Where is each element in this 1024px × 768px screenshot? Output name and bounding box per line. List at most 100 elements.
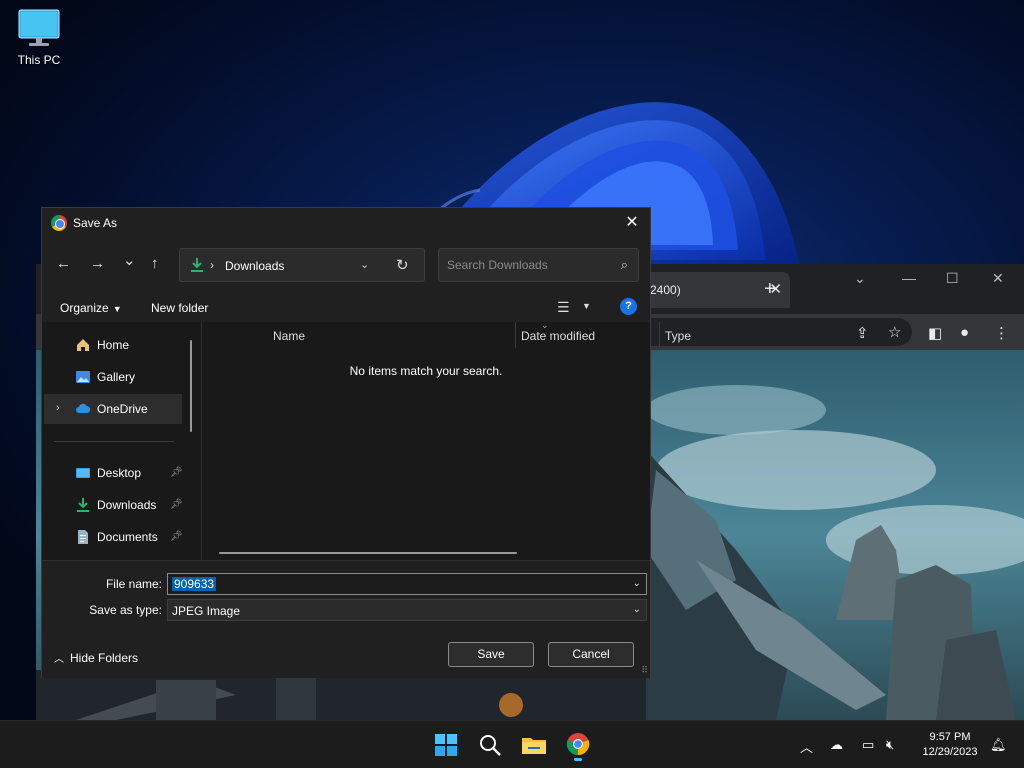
navigation-pane: Home Gallery › OneDrive Desktop 📌︎ Downl… (44, 322, 200, 560)
column-divider[interactable] (515, 322, 516, 348)
nav-item-home[interactable]: Home (44, 330, 182, 360)
download-icon (77, 498, 89, 512)
chevron-up-icon: ︿ (54, 654, 64, 665)
clock-date: 12/29/2023 (922, 746, 978, 758)
save-type-value: JPEG Image (172, 604, 241, 618)
file-explorer-button[interactable] (518, 729, 550, 761)
document-icon (78, 530, 88, 544)
caret-down-icon: ▼ (112, 304, 122, 314)
file-name-value: 909633 (172, 577, 217, 591)
desktop-icon-label: This PC (17, 53, 61, 67)
organize-label: Organize (60, 301, 109, 315)
nav-scrollbar[interactable] (190, 340, 192, 432)
nav-divider (54, 441, 174, 442)
browser-tab-title: 2400) (650, 283, 681, 297)
search-button[interactable] (474, 729, 506, 761)
nav-item-downloads[interactable]: Downloads 📌︎ (44, 490, 183, 520)
network-icon[interactable]: ▭ (862, 737, 874, 753)
organize-button[interactable]: Organize ▼ (60, 301, 122, 315)
chrome-taskbar-button[interactable] (562, 729, 594, 761)
dialog-footer: File name: 909633 ⌄ Save as type: JPEG I… (42, 560, 650, 678)
minimize-icon[interactable]: — (902, 270, 916, 286)
nav-item-documents[interactable]: Documents 📌︎ (44, 522, 183, 552)
address-bar[interactable]: › Downloads ⌄ ↻ (179, 248, 425, 282)
pin-icon: 📌︎ (170, 499, 183, 510)
hide-folders-label: Hide Folders (70, 651, 139, 665)
view-options-icon[interactable]: ☰ (557, 299, 570, 316)
onedrive-offline-icon[interactable]: ☁ (830, 737, 843, 753)
new-folder-button[interactable]: New folder (151, 301, 208, 315)
desktop-folder-icon (76, 468, 90, 478)
system-clock[interactable]: 9:57 PM 12/29/2023 (918, 730, 982, 760)
file-name-dropdown-icon[interactable]: ⌄ (633, 578, 641, 589)
column-header-name[interactable]: Name (273, 329, 305, 343)
tab-search-icon[interactable]: ⌄ (854, 270, 866, 287)
save-type-select[interactable]: JPEG Image ⌄ (167, 599, 647, 621)
column-divider[interactable] (659, 322, 660, 348)
nav-item-label: Desktop (97, 466, 142, 480)
recent-locations-icon[interactable]: ⌄ (123, 251, 136, 269)
download-icon (191, 258, 203, 272)
share-icon[interactable]: ⇪ (856, 324, 869, 342)
taskbar: ︿ ☁ ▭ 🔇︎ 9:57 PM 12/29/2023 🔔︎ (0, 720, 1024, 768)
notifications-bell-icon[interactable]: 🔔︎ (990, 737, 1007, 753)
save-button[interactable]: Save (448, 642, 534, 667)
dialog-title: Save As (73, 216, 118, 230)
nav-item-label: Downloads (97, 498, 157, 512)
bookmark-star-icon[interactable]: ☆ (888, 323, 901, 341)
profile-icon[interactable]: ● (960, 324, 969, 341)
search-icon[interactable]: ⌕ (621, 257, 628, 273)
side-panel-icon[interactable]: ◧ (928, 324, 942, 342)
new-tab-icon[interactable]: + (764, 278, 776, 301)
resize-grip-icon[interactable]: ⠿ (641, 665, 648, 676)
monitor-icon (18, 9, 60, 46)
column-header-date-modified[interactable]: Date modified (521, 329, 595, 343)
nav-item-label: Gallery (97, 370, 136, 384)
view-caret-icon[interactable]: ▼ (582, 301, 591, 311)
nav-item-desktop[interactable]: Desktop 📌︎ (44, 458, 183, 488)
window-close-icon[interactable]: ✕ (992, 270, 1004, 287)
save-type-dropdown-icon[interactable]: ⌄ (633, 604, 641, 615)
save-type-label: Save as type: (89, 603, 162, 617)
nav-item-gallery[interactable]: Gallery (44, 362, 182, 392)
desktop-icon-this-pc[interactable]: This PC (10, 8, 68, 67)
address-dropdown-icon[interactable]: ⌄ (360, 258, 369, 271)
empty-message: No items match your search. (349, 364, 503, 378)
search-input[interactable] (447, 257, 607, 273)
clock-time: 9:57 PM (929, 731, 971, 743)
search-box[interactable]: ⌕ (438, 248, 639, 282)
chrome-icon (566, 733, 590, 756)
volume-muted-icon[interactable]: 🔇︎ (886, 737, 894, 753)
windows-logo-icon (435, 734, 457, 756)
breadcrumb-location[interactable]: Downloads (225, 259, 284, 273)
cloud-icon (76, 403, 91, 413)
nav-item-onedrive[interactable]: › OneDrive (44, 394, 182, 424)
save-as-dialog: Save As ✕ ← → ⌄ ↑ › Downloads ⌄ ↻ ⌕ Orga… (41, 207, 691, 678)
start-button[interactable] (430, 729, 462, 761)
breadcrumb-chevron-icon: › (210, 258, 214, 272)
hide-folders-button[interactable]: ︿ Hide Folders (54, 650, 138, 665)
file-name-label: File name: (105, 577, 162, 591)
dialog-body: Home Gallery › OneDrive Desktop 📌︎ Downl… (42, 320, 691, 560)
show-hidden-icons-icon[interactable]: ︿ (800, 737, 813, 756)
horizontal-scrollbar[interactable] (219, 552, 517, 554)
file-list: Name ⌄ Date modified Type No items match… (202, 320, 691, 560)
maximize-icon[interactable]: ☐ (946, 270, 959, 287)
forward-arrow-icon[interactable]: → (90, 255, 105, 272)
back-arrow-icon[interactable]: ← (56, 255, 71, 272)
active-indicator (574, 758, 582, 761)
dialog-close-icon[interactable]: ✕ (622, 213, 642, 233)
file-name-input[interactable]: 909633 ⌄ (167, 573, 647, 595)
gallery-icon (76, 371, 90, 383)
help-icon[interactable]: ? (620, 298, 637, 315)
nav-item-label: Home (97, 338, 130, 352)
pin-icon: 📌︎ (170, 467, 183, 478)
cancel-button[interactable]: Cancel (548, 642, 634, 667)
column-header-type[interactable]: Type (665, 329, 691, 343)
menu-dots-icon[interactable]: ⋮ (994, 324, 1009, 342)
expand-chevron-icon[interactable]: › (56, 402, 60, 414)
dialog-titlebar: Save As ✕ (42, 208, 650, 238)
chrome-logo-icon (51, 215, 67, 231)
up-arrow-icon[interactable]: ↑ (151, 255, 159, 272)
refresh-icon[interactable]: ↻ (396, 256, 409, 274)
